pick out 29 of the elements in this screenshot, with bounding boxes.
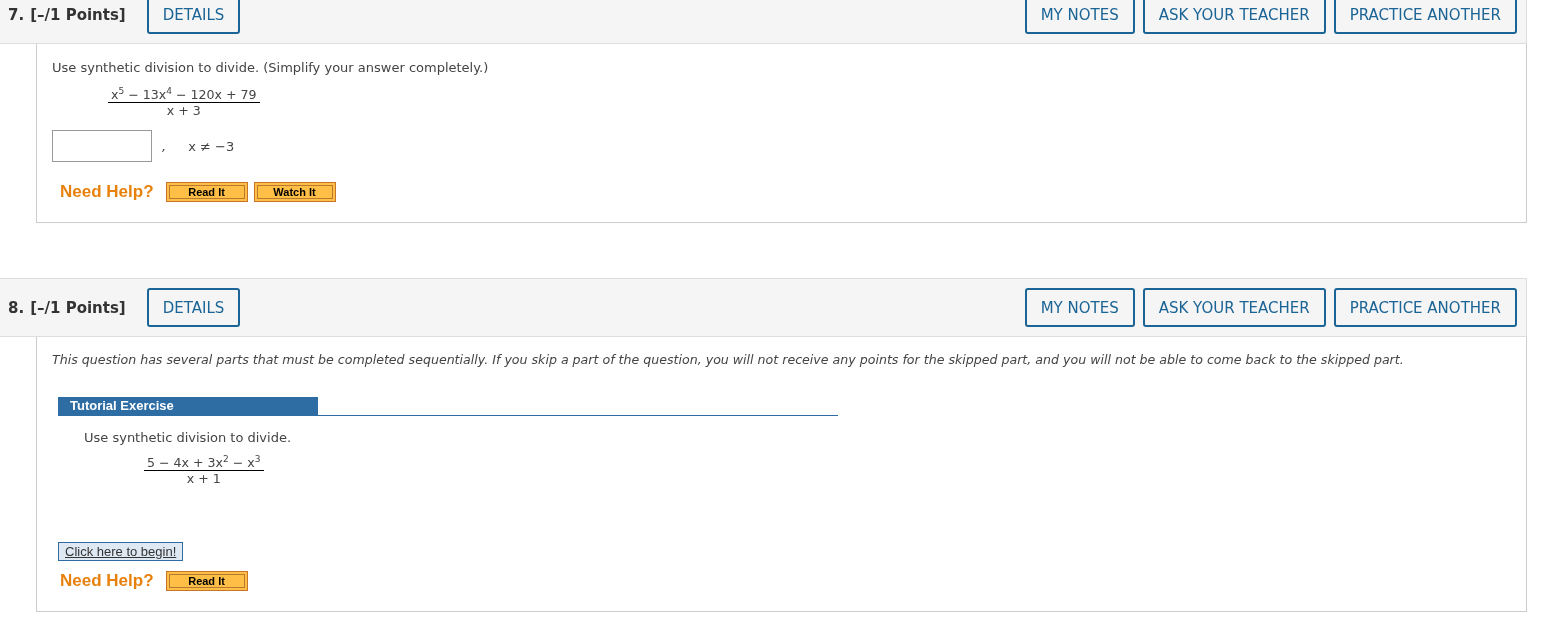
details-button[interactable]: DETAILS [146,288,241,327]
points-label: [–/1 Points] [30,298,126,317]
help-button[interactable]: Read It [165,571,248,591]
question-number: 7. [8,5,25,24]
fraction-numerator: 5 − 4x + 3x$^{2}$ − x$^{3}$ [144,455,264,471]
header-button[interactable]: MY NOTES [1024,0,1135,34]
fraction-numerator: x$^{5}$ − 13x$^{4}$ − 120x + 79 [108,87,260,103]
begin-button[interactable]: Click here to begin! [58,542,184,561]
tutorial-text: Use synthetic division to divide. [84,430,293,445]
header-button[interactable]: ASK YOUR TEACHER [1142,288,1326,327]
fraction-denominator: x + 3 [166,103,201,118]
question-number: 8. [8,298,25,317]
intro-text: This question has several parts that must be completed sequentially. If you skip a part of the question, you will not receive any points for the skipped part, and you will not be able to come back to the skipped part. [52,352,1405,367]
need-help-label: Need Help? [60,571,154,591]
tutorial-heading: Tutorial Exercise [58,397,318,415]
fraction-denominator: x + 1 [186,471,221,486]
header-button[interactable]: MY NOTES [1024,288,1135,327]
help-button[interactable]: Read It [165,182,248,202]
header-button[interactable]: ASK YOUR TEACHER [1142,0,1326,34]
condition-text: x ≠ −3 [188,138,235,154]
header-button[interactable]: PRACTICE ANOTHER [1333,288,1517,327]
answer-field[interactable] [52,130,152,162]
need-help-label: Need Help? [60,182,154,202]
header-button[interactable]: PRACTICE ANOTHER [1333,0,1517,34]
comma-text: , [162,138,167,154]
question-text: Use synthetic division to divide. (Simplify your answer completely.) [52,60,490,75]
details-button[interactable]: DETAILS [146,0,241,34]
points-label: [–/1 Points] [30,5,126,24]
help-button[interactable]: Watch It [253,182,336,202]
